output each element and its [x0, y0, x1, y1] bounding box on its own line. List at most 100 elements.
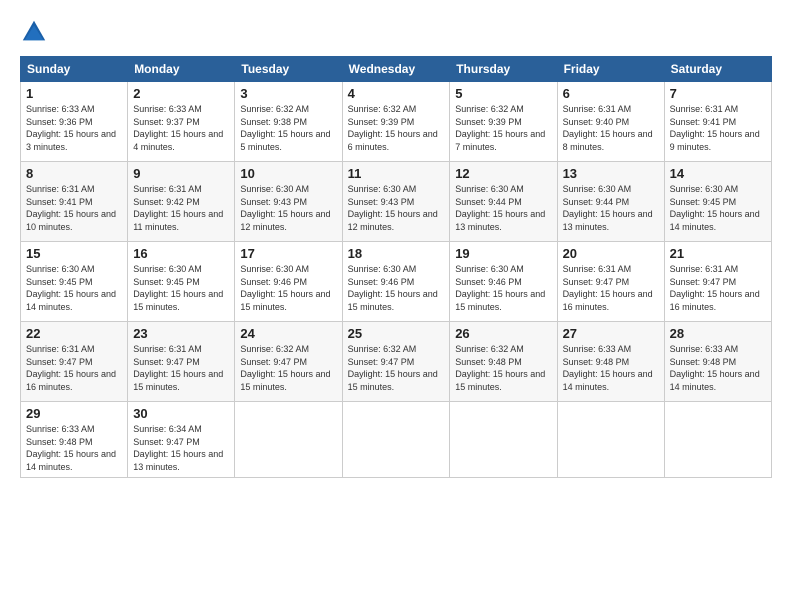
- cell-info: Sunrise: 6:33 AM Sunset: 9:36 PM Dayligh…: [26, 103, 122, 153]
- day-number: 10: [240, 166, 336, 181]
- cell-info: Sunrise: 6:32 AM Sunset: 9:38 PM Dayligh…: [240, 103, 336, 153]
- weekday-header-row: SundayMondayTuesdayWednesdayThursdayFrid…: [21, 57, 772, 82]
- weekday-header-monday: Monday: [128, 57, 235, 82]
- day-number: 3: [240, 86, 336, 101]
- cell-info: Sunrise: 6:30 AM Sunset: 9:46 PM Dayligh…: [348, 263, 445, 313]
- calendar-cell: 13 Sunrise: 6:30 AM Sunset: 9:44 PM Dayl…: [557, 162, 664, 242]
- calendar-cell: 6 Sunrise: 6:31 AM Sunset: 9:40 PM Dayli…: [557, 82, 664, 162]
- day-number: 27: [563, 326, 659, 341]
- calendar-cell: 22 Sunrise: 6:31 AM Sunset: 9:47 PM Dayl…: [21, 322, 128, 402]
- day-number: 23: [133, 326, 229, 341]
- day-number: 19: [455, 246, 551, 261]
- calendar-cell: 16 Sunrise: 6:30 AM Sunset: 9:45 PM Dayl…: [128, 242, 235, 322]
- calendar-cell: 21 Sunrise: 6:31 AM Sunset: 9:47 PM Dayl…: [664, 242, 771, 322]
- cell-info: Sunrise: 6:30 AM Sunset: 9:45 PM Dayligh…: [133, 263, 229, 313]
- calendar-cell: 5 Sunrise: 6:32 AM Sunset: 9:39 PM Dayli…: [450, 82, 557, 162]
- day-number: 8: [26, 166, 122, 181]
- cell-info: Sunrise: 6:34 AM Sunset: 9:47 PM Dayligh…: [133, 423, 229, 473]
- calendar-week-row: 1 Sunrise: 6:33 AM Sunset: 9:36 PM Dayli…: [21, 82, 772, 162]
- cell-info: Sunrise: 6:31 AM Sunset: 9:47 PM Dayligh…: [133, 343, 229, 393]
- cell-info: Sunrise: 6:32 AM Sunset: 9:39 PM Dayligh…: [455, 103, 551, 153]
- cell-info: Sunrise: 6:33 AM Sunset: 9:48 PM Dayligh…: [563, 343, 659, 393]
- calendar-table: SundayMondayTuesdayWednesdayThursdayFrid…: [20, 56, 772, 478]
- calendar-cell: 28 Sunrise: 6:33 AM Sunset: 9:48 PM Dayl…: [664, 322, 771, 402]
- calendar-cell: [235, 402, 342, 478]
- calendar-cell: 17 Sunrise: 6:30 AM Sunset: 9:46 PM Dayl…: [235, 242, 342, 322]
- cell-info: Sunrise: 6:30 AM Sunset: 9:43 PM Dayligh…: [348, 183, 445, 233]
- day-number: 29: [26, 406, 122, 421]
- cell-info: Sunrise: 6:32 AM Sunset: 9:47 PM Dayligh…: [348, 343, 445, 393]
- day-number: 6: [563, 86, 659, 101]
- cell-info: Sunrise: 6:33 AM Sunset: 9:37 PM Dayligh…: [133, 103, 229, 153]
- calendar-cell: 20 Sunrise: 6:31 AM Sunset: 9:47 PM Dayl…: [557, 242, 664, 322]
- cell-info: Sunrise: 6:32 AM Sunset: 9:47 PM Dayligh…: [240, 343, 336, 393]
- cell-info: Sunrise: 6:33 AM Sunset: 9:48 PM Dayligh…: [26, 423, 122, 473]
- logo-icon: [20, 18, 48, 46]
- calendar-page: SundayMondayTuesdayWednesdayThursdayFrid…: [0, 0, 792, 612]
- day-number: 17: [240, 246, 336, 261]
- calendar-cell: 12 Sunrise: 6:30 AM Sunset: 9:44 PM Dayl…: [450, 162, 557, 242]
- calendar-cell: 1 Sunrise: 6:33 AM Sunset: 9:36 PM Dayli…: [21, 82, 128, 162]
- weekday-header-thursday: Thursday: [450, 57, 557, 82]
- calendar-cell: [342, 402, 450, 478]
- calendar-cell: [664, 402, 771, 478]
- cell-info: Sunrise: 6:30 AM Sunset: 9:46 PM Dayligh…: [455, 263, 551, 313]
- calendar-cell: 23 Sunrise: 6:31 AM Sunset: 9:47 PM Dayl…: [128, 322, 235, 402]
- calendar-cell: 15 Sunrise: 6:30 AM Sunset: 9:45 PM Dayl…: [21, 242, 128, 322]
- day-number: 16: [133, 246, 229, 261]
- day-number: 1: [26, 86, 122, 101]
- calendar-cell: 3 Sunrise: 6:32 AM Sunset: 9:38 PM Dayli…: [235, 82, 342, 162]
- calendar-cell: 11 Sunrise: 6:30 AM Sunset: 9:43 PM Dayl…: [342, 162, 450, 242]
- calendar-cell: 29 Sunrise: 6:33 AM Sunset: 9:48 PM Dayl…: [21, 402, 128, 478]
- calendar-cell: 27 Sunrise: 6:33 AM Sunset: 9:48 PM Dayl…: [557, 322, 664, 402]
- cell-info: Sunrise: 6:31 AM Sunset: 9:41 PM Dayligh…: [670, 103, 766, 153]
- cell-info: Sunrise: 6:30 AM Sunset: 9:44 PM Dayligh…: [563, 183, 659, 233]
- weekday-header-sunday: Sunday: [21, 57, 128, 82]
- day-number: 9: [133, 166, 229, 181]
- day-number: 20: [563, 246, 659, 261]
- cell-info: Sunrise: 6:31 AM Sunset: 9:40 PM Dayligh…: [563, 103, 659, 153]
- cell-info: Sunrise: 6:30 AM Sunset: 9:43 PM Dayligh…: [240, 183, 336, 233]
- day-number: 11: [348, 166, 445, 181]
- calendar-cell: 26 Sunrise: 6:32 AM Sunset: 9:48 PM Dayl…: [450, 322, 557, 402]
- calendar-cell: 25 Sunrise: 6:32 AM Sunset: 9:47 PM Dayl…: [342, 322, 450, 402]
- cell-info: Sunrise: 6:31 AM Sunset: 9:47 PM Dayligh…: [563, 263, 659, 313]
- day-number: 30: [133, 406, 229, 421]
- day-number: 14: [670, 166, 766, 181]
- cell-info: Sunrise: 6:30 AM Sunset: 9:46 PM Dayligh…: [240, 263, 336, 313]
- calendar-cell: 4 Sunrise: 6:32 AM Sunset: 9:39 PM Dayli…: [342, 82, 450, 162]
- calendar-week-row: 22 Sunrise: 6:31 AM Sunset: 9:47 PM Dayl…: [21, 322, 772, 402]
- cell-info: Sunrise: 6:33 AM Sunset: 9:48 PM Dayligh…: [670, 343, 766, 393]
- day-number: 4: [348, 86, 445, 101]
- day-number: 25: [348, 326, 445, 341]
- weekday-header-wednesday: Wednesday: [342, 57, 450, 82]
- calendar-cell: 19 Sunrise: 6:30 AM Sunset: 9:46 PM Dayl…: [450, 242, 557, 322]
- weekday-header-tuesday: Tuesday: [235, 57, 342, 82]
- cell-info: Sunrise: 6:30 AM Sunset: 9:45 PM Dayligh…: [26, 263, 122, 313]
- day-number: 28: [670, 326, 766, 341]
- cell-info: Sunrise: 6:31 AM Sunset: 9:41 PM Dayligh…: [26, 183, 122, 233]
- day-number: 24: [240, 326, 336, 341]
- cell-info: Sunrise: 6:30 AM Sunset: 9:45 PM Dayligh…: [670, 183, 766, 233]
- calendar-cell: 9 Sunrise: 6:31 AM Sunset: 9:42 PM Dayli…: [128, 162, 235, 242]
- calendar-cell: 30 Sunrise: 6:34 AM Sunset: 9:47 PM Dayl…: [128, 402, 235, 478]
- day-number: 15: [26, 246, 122, 261]
- day-number: 5: [455, 86, 551, 101]
- cell-info: Sunrise: 6:31 AM Sunset: 9:42 PM Dayligh…: [133, 183, 229, 233]
- calendar-week-row: 29 Sunrise: 6:33 AM Sunset: 9:48 PM Dayl…: [21, 402, 772, 478]
- calendar-cell: 24 Sunrise: 6:32 AM Sunset: 9:47 PM Dayl…: [235, 322, 342, 402]
- cell-info: Sunrise: 6:31 AM Sunset: 9:47 PM Dayligh…: [670, 263, 766, 313]
- day-number: 2: [133, 86, 229, 101]
- day-number: 12: [455, 166, 551, 181]
- calendar-cell: 14 Sunrise: 6:30 AM Sunset: 9:45 PM Dayl…: [664, 162, 771, 242]
- calendar-cell: 10 Sunrise: 6:30 AM Sunset: 9:43 PM Dayl…: [235, 162, 342, 242]
- day-number: 26: [455, 326, 551, 341]
- day-number: 21: [670, 246, 766, 261]
- day-number: 18: [348, 246, 445, 261]
- calendar-cell: 7 Sunrise: 6:31 AM Sunset: 9:41 PM Dayli…: [664, 82, 771, 162]
- calendar-cell: [557, 402, 664, 478]
- weekday-header-friday: Friday: [557, 57, 664, 82]
- day-number: 13: [563, 166, 659, 181]
- cell-info: Sunrise: 6:32 AM Sunset: 9:48 PM Dayligh…: [455, 343, 551, 393]
- calendar-cell: [450, 402, 557, 478]
